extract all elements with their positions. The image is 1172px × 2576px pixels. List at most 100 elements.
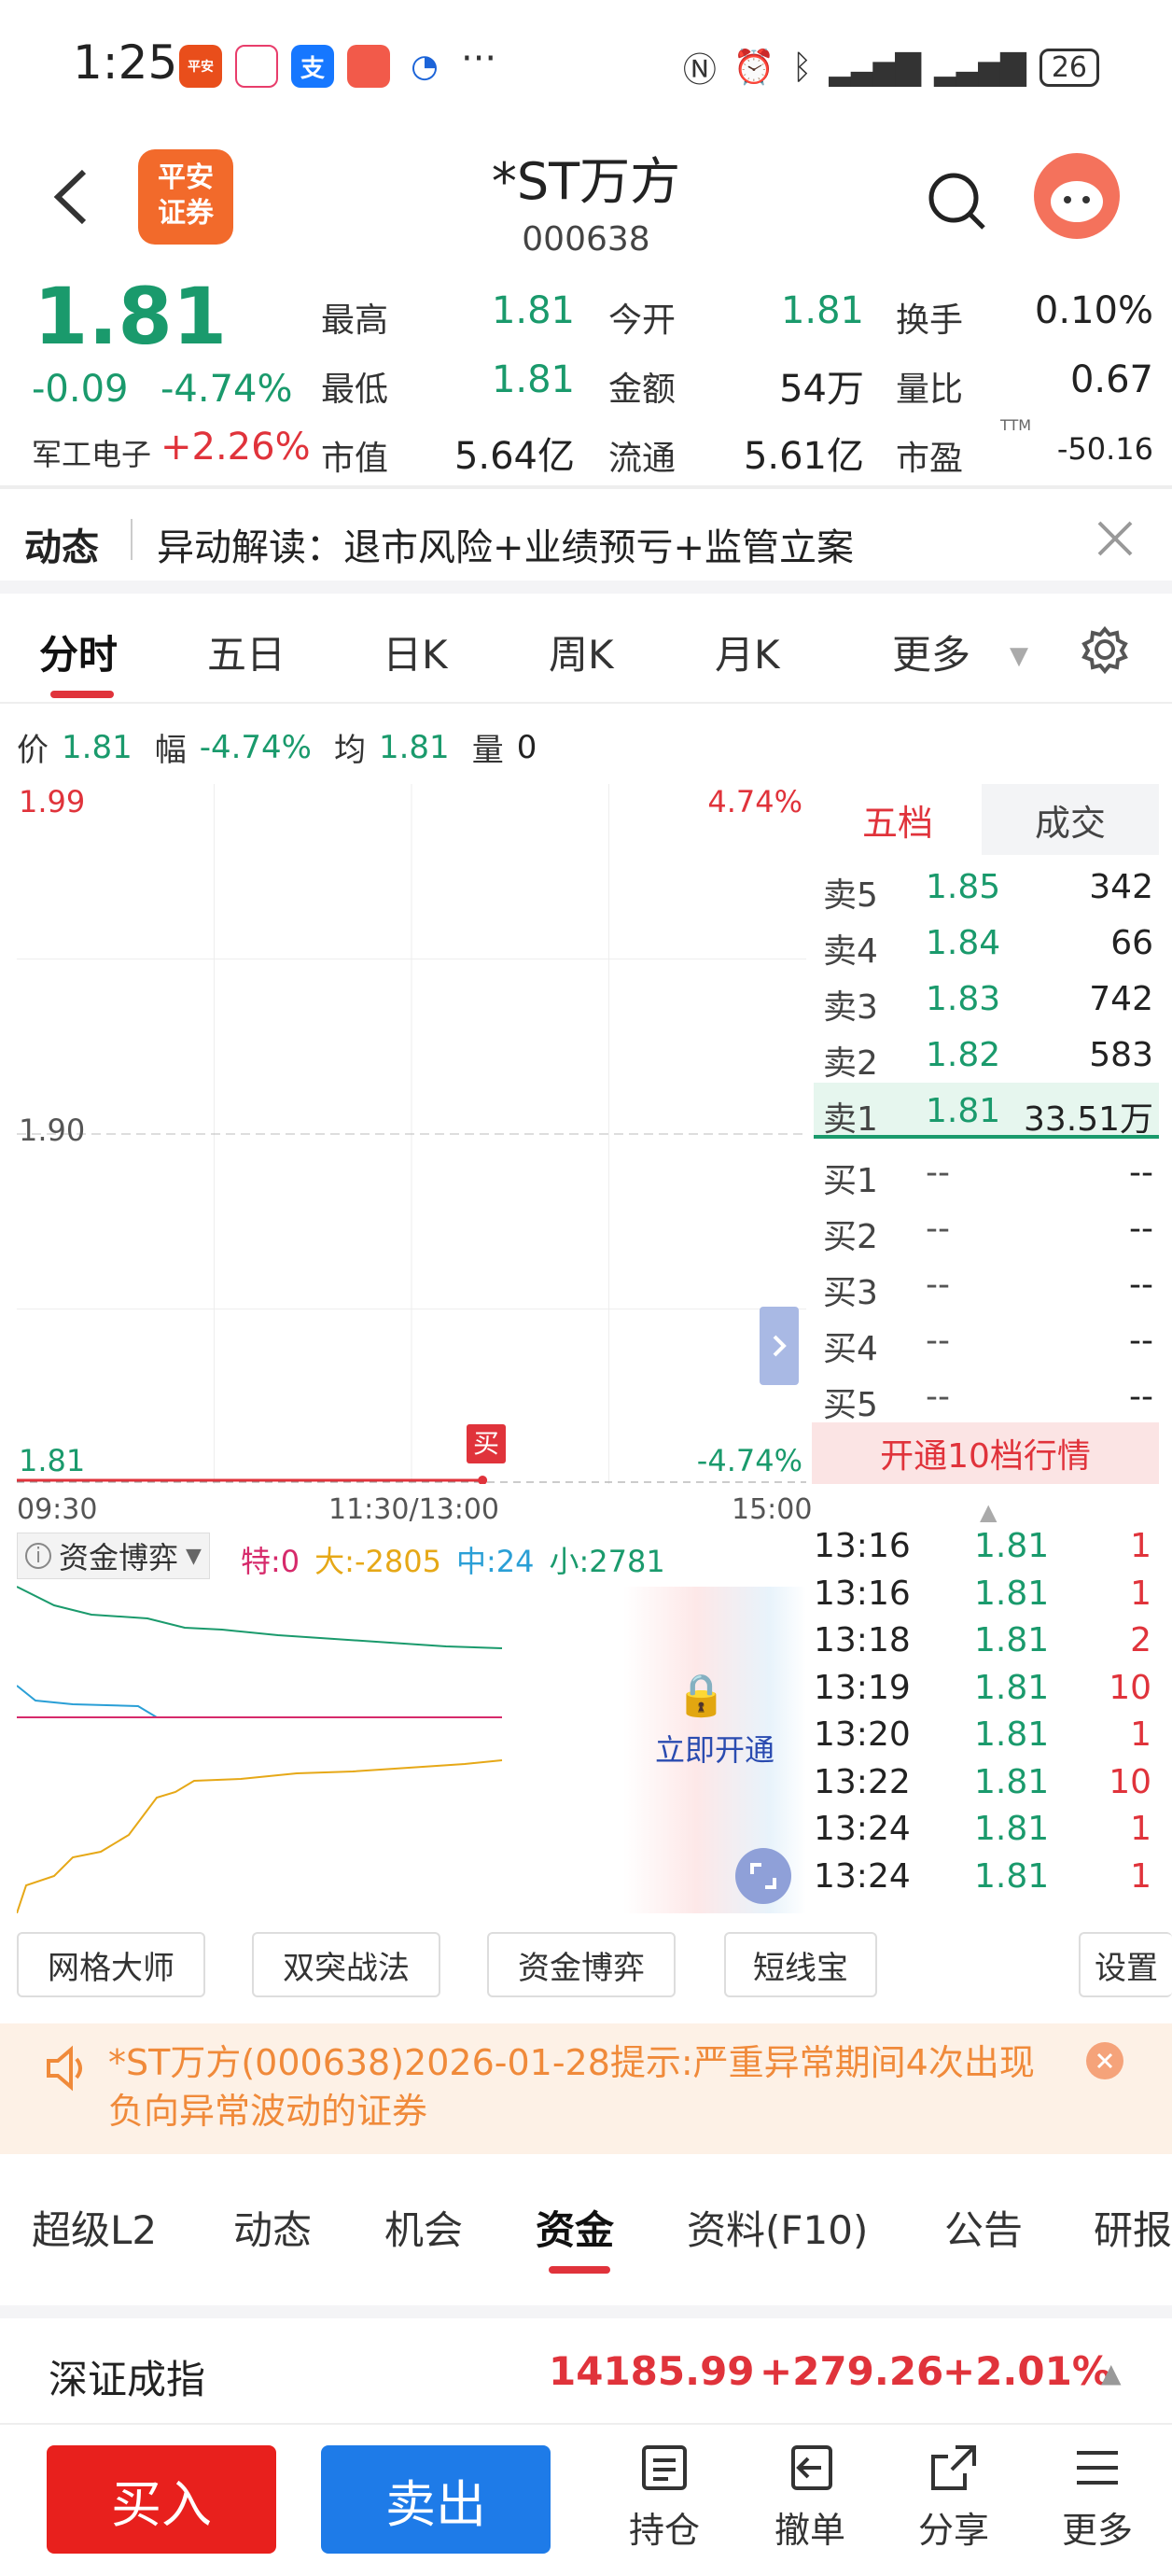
search-button[interactable]	[924, 168, 989, 233]
capital-zhong: 中:24	[455, 1544, 535, 1579]
orderbook-price: --	[926, 1210, 950, 1248]
orderbook-row[interactable]: 买1 -- --	[814, 1144, 1159, 1200]
tab-intraday[interactable]: 分时	[39, 623, 118, 680]
more-dropdown-icon[interactable]: ▼	[1010, 642, 1028, 670]
tool-settings[interactable]: 设置	[1079, 1932, 1172, 1997]
orderbook-row[interactable]: 买2 -- --	[814, 1200, 1159, 1256]
tab-weekly-k[interactable]: 周K	[549, 623, 614, 680]
sell-button[interactable]: 卖出	[321, 2445, 551, 2554]
upgrade-level10-button[interactable]: 开通10档行情	[812, 1422, 1159, 1484]
capital-line-mid	[17, 1685, 502, 1718]
quote-value: 1.81	[491, 289, 575, 332]
price-change-pct: -4.74%	[160, 368, 293, 411]
pct-label-bottom: -4.74%	[696, 1443, 802, 1478]
tool-capital-game[interactable]: 资金博弈	[487, 1932, 676, 1997]
news-close-button[interactable]	[1092, 515, 1138, 562]
orderbook-row[interactable]: 买5 -- --	[814, 1368, 1159, 1424]
trade-price: 1.81	[974, 1810, 1050, 1848]
trade-price: 1.81	[974, 1574, 1050, 1613]
quote-label: 今开	[608, 301, 677, 340]
orderbook-row[interactable]: 卖5 1.85 342	[814, 859, 1159, 915]
assistant-avatar[interactable]	[1034, 153, 1120, 239]
trade-row: 13:20 1.81 1	[814, 1715, 1159, 1762]
close-icon	[1097, 521, 1133, 556]
index-name: 深证成指	[49, 2357, 206, 2402]
info-vol: 0	[516, 728, 537, 766]
last-price-dot	[478, 1476, 488, 1485]
divider	[0, 581, 1172, 594]
tab-more[interactable]: 更多	[892, 623, 970, 680]
trade-time: 13:16	[814, 1527, 911, 1565]
current-price: 1.81	[34, 271, 228, 362]
orderbook-row[interactable]: 卖2 1.82 583	[814, 1027, 1159, 1083]
nfc-icon: Ⓝ	[682, 51, 717, 90]
fullscreen-button[interactable]	[735, 1848, 791, 1904]
quote-label: 金额	[608, 371, 677, 409]
orderbook-row[interactable]: 卖4 1.84 66	[814, 915, 1159, 971]
app-icon-mobile	[235, 45, 278, 88]
notice-close-button[interactable]	[1086, 2042, 1123, 2079]
trade-time: 13:22	[814, 1762, 911, 1801]
capital-selector[interactable]: i 资金博弈 ▼	[17, 1533, 210, 1579]
capital-xiao: 小:2781	[549, 1544, 665, 1579]
nav-more[interactable]: 更多	[1041, 2442, 1153, 2553]
orderbook-row[interactable]: 买3 -- --	[814, 1256, 1159, 1312]
buy-button[interactable]: 买入	[47, 2445, 276, 2554]
tool-double-breakout[interactable]: 双突战法	[252, 1932, 440, 1997]
tab-five-level[interactable]: 五档	[814, 784, 982, 855]
trade-row: 13:16 1.81 1	[814, 1527, 1159, 1574]
orderbook-volume: 66	[1110, 924, 1153, 962]
expand-panel-button[interactable]	[760, 1307, 799, 1385]
trade-price: 1.81	[974, 1668, 1050, 1707]
orderbook-price: --	[926, 1154, 950, 1192]
risk-notice[interactable]: *ST万方(000638)2026-01-28提示:严重异常期间4次出现负向异常…	[0, 2023, 1172, 2154]
signal-icon: ▂▃▅▇	[829, 48, 921, 87]
trade-time: 13:24	[814, 1856, 911, 1896]
tab-news[interactable]: 动态	[233, 2199, 312, 2256]
orderbook-row[interactable]: 买4 -- --	[814, 1312, 1159, 1368]
tab-monthly-k[interactable]: 月K	[715, 623, 780, 680]
nav-share[interactable]: 分享	[898, 2442, 1010, 2553]
trade-price: 1.81	[974, 1715, 1050, 1754]
tool-short-term[interactable]: 短线宝	[724, 1932, 877, 1997]
tab-trades[interactable]: 成交	[982, 784, 1159, 855]
tab-opportunity[interactable]: 机会	[384, 2199, 463, 2256]
tab-research[interactable]: 研报	[1094, 2199, 1172, 2256]
app-icon-c: ◔	[403, 45, 446, 88]
chart-info-bar: 价 1.81 幅 -4.74% 均 1.81 量 0	[17, 724, 537, 770]
sector-name[interactable]: 军工电子	[32, 431, 151, 474]
orderbook-volume: 342	[1089, 868, 1153, 906]
orderbook-row[interactable]: 卖1 1.81 33.51万	[814, 1083, 1159, 1139]
tab-daily-k[interactable]: 日K	[383, 623, 448, 680]
nav-cancel-order[interactable]: 撤单	[754, 2442, 866, 2553]
tab-five-day[interactable]: 五日	[207, 623, 286, 680]
trade-volume: 10	[1109, 1668, 1151, 1707]
tool-grid-master[interactable]: 网格大师	[17, 1932, 205, 1997]
intraday-chart[interactable]: 1.99 1.90 1.81 4.74% -4.74% 买	[17, 784, 806, 1485]
orderbook-price: --	[926, 1322, 950, 1360]
tab-f10[interactable]: 资料(F10)	[687, 2199, 868, 2256]
nav-holdings[interactable]: 持仓	[608, 2442, 720, 2553]
quote-value: 0.10%	[1034, 289, 1153, 332]
tab-capital[interactable]: 资金	[536, 2199, 614, 2256]
orderbook-volume: --	[1129, 1378, 1153, 1416]
chevron-right-icon	[773, 1335, 787, 1357]
quote-label: 市盈	[896, 440, 964, 478]
orderbook-row[interactable]: 卖3 1.83 742	[814, 971, 1159, 1027]
capital-locked-overlay[interactable]: 🔒 立即开通	[623, 1587, 806, 1913]
trade-row: 13:22 1.81 10	[814, 1763, 1159, 1810]
orderbook-tabs: 五档 成交	[814, 784, 1159, 855]
intraday-chart-svg	[17, 784, 806, 1485]
scroll-up-icon[interactable]: ▲	[980, 1499, 997, 1525]
holdings-icon	[642, 2445, 687, 2490]
index-ticker[interactable]: 深证成指 14185.99 +279.26 +2.01% ▲	[0, 2324, 1172, 2417]
status-bar: 1:25 平安 支 ◔ ··· Ⓝ ⏰ ᛒ ▂▃▅▇ ▂▃▅▇ 26	[0, 0, 1172, 131]
tab-announcement[interactable]: 公告	[944, 2199, 1023, 2256]
news-row[interactable]: 动态 异动解读：退市风险+业绩预亏+监管立案	[0, 497, 1172, 581]
tab-super-l2[interactable]: 超级L2	[32, 2199, 157, 2256]
index-value: 14185.99	[549, 2348, 755, 2394]
buy-marker[interactable]: 买	[467, 1424, 506, 1463]
chart-settings-button[interactable]	[1081, 625, 1129, 675]
trade-price: 1.81	[974, 1527, 1050, 1565]
news-tag: 动态	[24, 526, 99, 569]
